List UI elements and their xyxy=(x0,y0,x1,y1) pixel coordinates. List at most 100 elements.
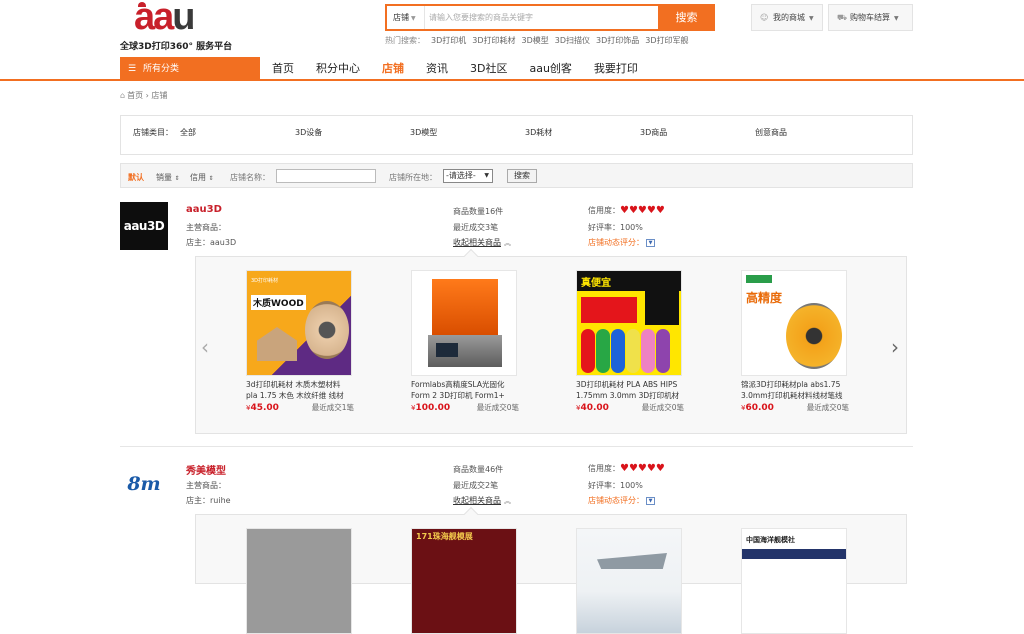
store-category-devices[interactable]: 3D设备 xyxy=(295,127,322,138)
product-title[interactable]: Formlabs高精度SLA光固化 Form 2 3D打印机 Form1+ xyxy=(411,379,519,401)
chevron-down-icon: ▼ xyxy=(411,15,416,22)
nav-maker[interactable]: aau创客 xyxy=(529,57,571,81)
product-card[interactable] xyxy=(576,528,684,634)
sort-default[interactable]: 默认 xyxy=(128,172,144,183)
product-card[interactable] xyxy=(246,528,354,634)
nav-home[interactable]: 首页 xyxy=(272,57,294,81)
store-dynamic-score[interactable]: 店铺动态评分： ▼ xyxy=(588,495,655,506)
store-name-label: 店铺名称： xyxy=(230,173,270,182)
product-card[interactable]: 171珠海舰模展 xyxy=(411,528,519,634)
nav-stores[interactable]: 店铺 xyxy=(382,57,404,81)
product-title[interactable]: 锦派3D打印耗材pla abs1.75 3.0mm打印机耗材料线材笔线 xyxy=(741,379,849,401)
product-image[interactable] xyxy=(576,528,682,634)
store-product-count: 商品数量46件 xyxy=(453,465,504,474)
nav-community[interactable]: 3D社区 xyxy=(470,57,507,81)
printer-cover-shape xyxy=(432,279,498,335)
store-name[interactable]: aau3D xyxy=(186,204,222,215)
store-category-models[interactable]: 3D模型 xyxy=(410,127,437,138)
hot-search-label: 热门搜索： xyxy=(385,36,425,45)
store-category-materials[interactable]: 3D耗材 xyxy=(525,127,552,138)
breadcrumb-home[interactable]: 首页 xyxy=(127,91,143,100)
cart-button[interactable]: ⛟ 购物车结算 ▼ xyxy=(828,4,913,31)
store-logo[interactable]: 8m xyxy=(120,460,168,508)
store-location-select[interactable]: -请选择- ▼ xyxy=(443,169,493,183)
user-icon: ☺ xyxy=(760,13,769,22)
store-logo-text: 8m xyxy=(127,473,161,495)
store-recent-deals: 最近成交2笔 xyxy=(453,481,499,490)
site-logo[interactable]: aau 全球3D打印360° 服务平台 xyxy=(120,0,235,52)
related-products-panel: ‹ › 3D打印耗材 木质WOOD 3d打印机耗材 木质木塑材料 pla 1.7… xyxy=(195,248,907,434)
chevron-up-icon: ︽ xyxy=(504,239,511,247)
nav-news[interactable]: 资讯 xyxy=(426,57,448,81)
product-image[interactable]: 中国海洋舰模社 xyxy=(741,528,847,634)
nav-points[interactable]: 积分中心 xyxy=(316,57,360,81)
product-sold: 最近成交0笔 xyxy=(641,403,684,412)
product-image[interactable] xyxy=(246,528,352,634)
chevron-left-icon[interactable]: ‹ xyxy=(201,335,209,359)
store-owner-label: 店主： xyxy=(186,496,210,505)
product-image[interactable]: 真便宜 xyxy=(576,270,682,376)
product-image-text: 171珠海舰模展 xyxy=(416,532,473,541)
product-card[interactable]: Formlabs高精度SLA光固化 Form 2 3D打印机 Form1+ ¥1… xyxy=(411,270,519,413)
main-nav: ☰ 所有分类 首页 积分中心 店铺 资讯 3D社区 aau创客 我要打印 xyxy=(0,57,1024,81)
product-image[interactable] xyxy=(411,270,517,376)
store-category-label: 店铺类目： xyxy=(133,128,173,137)
sort-credit[interactable]: 信用 ⇕ xyxy=(190,172,214,183)
my-mall-button[interactable]: ☺ 我的商城 ▼ xyxy=(751,4,823,31)
store-category-all[interactable]: 全部 xyxy=(180,127,196,138)
credit-label: 信用度： xyxy=(588,206,620,215)
breadcrumb: ⌂ 首页 › 店铺 xyxy=(120,90,167,101)
breadcrumb-current: 店铺 xyxy=(151,91,168,100)
hot-keyword[interactable]: 3D扫描仪 xyxy=(555,36,590,45)
product-card[interactable]: 3D打印耗材 木质WOOD 3d打印机耗材 木质木塑材料 pla 1.75 木色… xyxy=(246,270,354,413)
store-category-creative[interactable]: 创意商品 xyxy=(755,127,787,138)
search-button[interactable]: 搜索 xyxy=(658,4,715,31)
filament-spool-shape xyxy=(656,329,670,373)
store-owner-label: 店主： xyxy=(186,238,210,247)
chevron-right-icon[interactable]: › xyxy=(891,335,899,359)
product-image[interactable]: 高精度 xyxy=(741,270,847,376)
hot-keyword[interactable]: 3D打印饰品 xyxy=(596,36,639,45)
search-category-select[interactable]: 店铺 ▼ xyxy=(387,6,425,29)
hot-keyword[interactable]: 3D打印机 xyxy=(431,36,466,45)
chevron-down-icon: ▼ xyxy=(484,172,489,179)
breadcrumb-separator: › xyxy=(145,91,149,100)
store-owner-value: ruihe xyxy=(210,496,231,505)
store-name-input[interactable] xyxy=(276,169,376,183)
hot-keyword[interactable]: 3D打印耗材 xyxy=(472,36,515,45)
heart-rating-icon: ♥♥♥♥♥ xyxy=(620,205,665,216)
store-divider xyxy=(120,446,913,447)
product-title[interactable]: 3d打印机耗材 木质木塑材料 pla 1.75 木色 木纹纤维 线材 xyxy=(246,379,354,401)
product-card[interactable]: 高精度 锦派3D打印耗材pla abs1.75 3.0mm打印机耗材料线材笔线 … xyxy=(741,270,849,413)
store-name[interactable]: 秀美模型 xyxy=(186,462,226,477)
filament-spool-shape xyxy=(786,303,842,369)
product-image[interactable]: 3D打印耗材 木质WOOD xyxy=(246,270,352,376)
hot-keyword[interactable]: 3D打印军舰 xyxy=(645,36,688,45)
store-owner: 店主：ruihe xyxy=(186,495,231,506)
product-title[interactable]: 3D打印机耗材 PLA ABS HIPS 1.75mm 3.0mm 3D打印机材 xyxy=(576,379,684,401)
nav-print[interactable]: 我要打印 xyxy=(594,57,638,81)
sort-sales[interactable]: 销量 ⇕ xyxy=(156,172,180,183)
collapse-products-toggle[interactable]: 收起相关商品 ︽ xyxy=(453,495,511,506)
search-input[interactable] xyxy=(429,9,657,26)
wood-model-shape xyxy=(257,327,297,361)
ship-model-shape xyxy=(597,553,667,569)
collapse-products-toggle[interactable]: 收起相关商品 ︽ xyxy=(453,237,511,248)
store-category-goods[interactable]: 3D商品 xyxy=(640,127,667,138)
product-card[interactable]: 中国海洋舰模社 xyxy=(741,528,849,634)
home-icon: ⌂ xyxy=(120,91,126,100)
collapse-products-label: 收起相关商品 xyxy=(453,496,501,505)
brand-logo-shape xyxy=(746,275,772,283)
sort-credit-label: 信用 xyxy=(190,173,206,182)
my-mall-label: 我的商城 xyxy=(773,13,805,22)
all-categories-button[interactable]: ☰ 所有分类 xyxy=(120,57,260,81)
filter-search-button[interactable]: 搜索 xyxy=(507,169,537,183)
store-dynamic-score[interactable]: 店铺动态评分： ▼ xyxy=(588,237,655,248)
product-image[interactable]: 171珠海舰模展 xyxy=(411,528,517,634)
dynamic-score-label: 店铺动态评分： xyxy=(588,238,644,247)
hot-keyword[interactable]: 3D模型 xyxy=(522,36,549,45)
product-card[interactable]: 真便宜 3D打印机耗材 PLA ABS HIPS 1.75mm 3.0mm 3D… xyxy=(576,270,684,413)
logo-mark: aau xyxy=(134,0,196,36)
store-logo[interactable]: aau3D xyxy=(120,202,168,250)
collapse-products-label: 收起相关商品 xyxy=(453,238,501,247)
